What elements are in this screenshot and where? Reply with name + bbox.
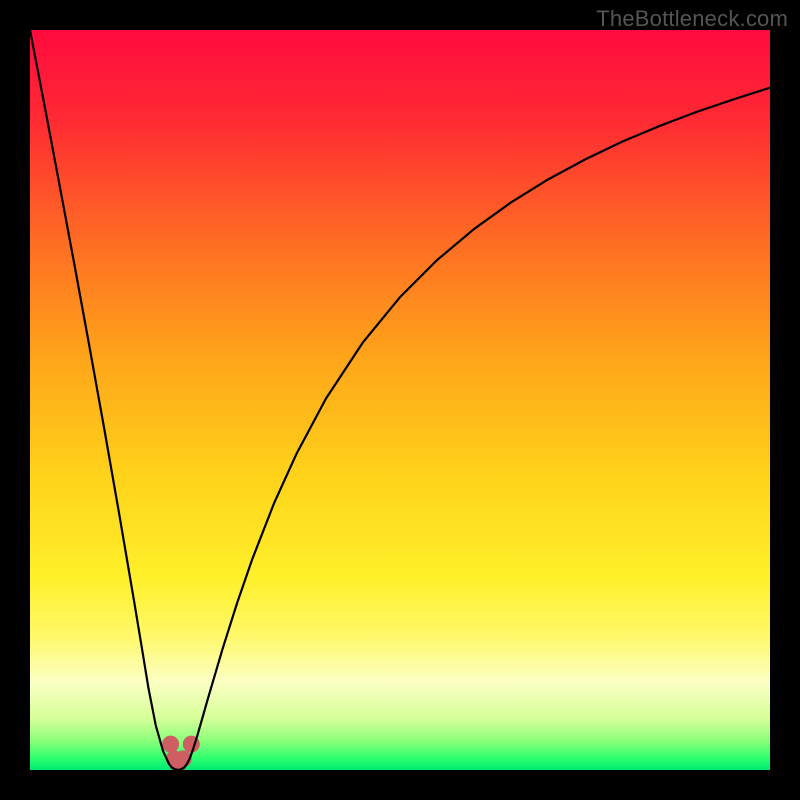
watermark-text: TheBottleneck.com [596, 6, 788, 32]
chart-frame: TheBottleneck.com [0, 0, 800, 800]
gradient-background [30, 30, 770, 770]
chart-svg [30, 30, 770, 770]
plot-area [30, 30, 770, 770]
